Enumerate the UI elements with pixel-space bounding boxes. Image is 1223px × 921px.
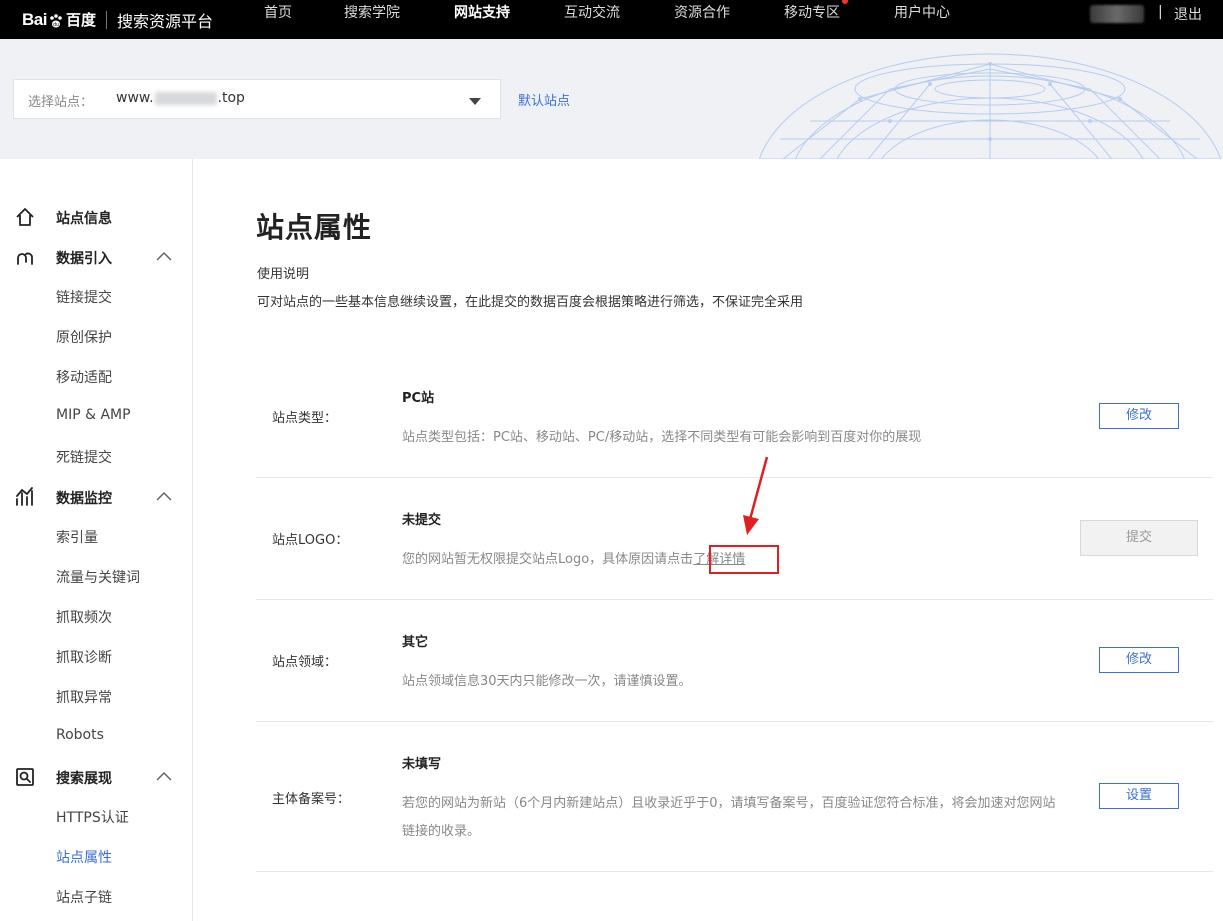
logout-link[interactable]: 退出 — [1174, 4, 1202, 24]
chevron-down-icon[interactable] — [469, 98, 481, 105]
platform-title: 搜索资源平台 — [116, 11, 213, 31]
sidebar-item-crawl-errors[interactable]: 抓取异常 — [0, 676, 192, 716]
nav-resource-coop[interactable]: 资源合作 — [674, 0, 730, 39]
sidebar-item-label-active: 站点属性 — [56, 850, 112, 866]
sidebar-item-crawl-frequency[interactable]: 抓取频次 — [0, 596, 192, 636]
home-icon — [16, 208, 34, 226]
sidebar-item-label: 死链提交 — [56, 450, 112, 466]
logo-divider — [105, 10, 107, 29]
property-label: 站点领域： — [272, 655, 338, 670]
sidebar-item-mip-amp[interactable]: MIP & AMP — [0, 396, 192, 436]
usage-description: 可对站点的一些基本信息继续设置，在此提交的数据百度会根据策略进行筛选，不保证完全… — [257, 295, 804, 310]
sidebar-item-original-protection[interactable]: 原创保护 — [0, 316, 192, 356]
property-value: 其它 — [402, 635, 429, 650]
sidebar-item-dead-link[interactable]: 死链提交 — [0, 436, 192, 476]
sidebar-item-robots[interactable]: Robots — [0, 716, 192, 756]
sidebar-item-index-volume[interactable]: 索引量 — [0, 516, 192, 556]
nav-user-center[interactable]: 用户中心 — [894, 0, 950, 39]
sidebar-group-data-monitor[interactable]: 数据监控 — [0, 477, 192, 517]
nav-interaction[interactable]: 互动交流 — [564, 0, 620, 39]
sidebar-group-label: 搜索展现 — [56, 771, 112, 787]
svg-text:du: du — [53, 22, 59, 28]
property-label: 主体备案号： — [272, 792, 351, 807]
sidebar-item-label: 流量与关键词 — [56, 570, 140, 586]
modify-site-type-button[interactable]: 修改 — [1099, 403, 1179, 429]
property-value: PC站 — [402, 391, 435, 406]
sidebar-group-label: 数据引入 — [56, 251, 112, 267]
sidebar-item-mobile-adapt[interactable]: 移动适配 — [0, 356, 192, 396]
logo-word: Bai — [22, 9, 47, 29]
property-label: 站点类型： — [272, 411, 338, 426]
sidebar-item-site-properties[interactable]: 站点属性 — [0, 836, 192, 876]
topbar-separator: | — [1158, 4, 1163, 20]
sidebar-item-label: MIP & AMP — [56, 407, 131, 423]
property-description: 站点领域信息30天内只能修改一次，请谨慎设置。 — [402, 674, 692, 689]
sidebar-item-label: 原创保护 — [56, 330, 112, 346]
sidebar-item-label: 移动适配 — [56, 370, 112, 386]
sidebar-item-site-info[interactable]: 站点信息 — [0, 197, 192, 237]
site-select-label: 选择站点： — [28, 95, 94, 110]
nav-mobile-zone[interactable]: 移动专区 — [784, 0, 840, 39]
sidebar-item-sitelinks[interactable]: 站点子链 — [0, 876, 192, 916]
property-description: 若您的网站为新站（6个月内新建站点）且收录近乎于0，请填写备案号，百度验证您符合… — [402, 796, 1056, 839]
sidebar-item-label: 链接提交 — [56, 290, 112, 306]
logo-desc-text: 您的网站暂无权限提交站点Logo，具体原因请点击 — [402, 552, 694, 567]
nav-academy[interactable]: 搜索学院 — [344, 0, 400, 39]
usage-title: 使用说明 — [257, 267, 310, 282]
user-avatar-blurred[interactable] — [1090, 5, 1144, 23]
sidebar: 站点信息 数据引入 链接提交 原创保护 移动适配 MIP & AMP 死链提交 … — [0, 159, 193, 921]
red-arrow-icon — [743, 456, 769, 535]
chevron-up-icon[interactable] — [156, 251, 172, 261]
chart-icon — [16, 487, 33, 506]
sidebar-group-search-display[interactable]: 搜索展现 — [0, 757, 192, 797]
property-row-site-domain: 站点领域： 其它 站点领域信息30天内只能修改一次，请谨慎设置。 修改 — [256, 600, 1213, 722]
chevron-up-icon[interactable] — [156, 771, 172, 781]
nav-home[interactable]: 首页 — [264, 0, 292, 39]
site-url-blurred — [154, 91, 217, 105]
set-icp-record-button[interactable]: 设置 — [1099, 783, 1179, 809]
baidu-logo[interactable]: Bai du 百度 搜索资源平台 — [22, 0, 213, 39]
data-import-icon — [17, 252, 33, 265]
sidebar-item-label: 索引量 — [56, 530, 98, 546]
site-url-prefix: www. — [116, 90, 154, 106]
chevron-up-icon[interactable] — [156, 491, 172, 501]
sidebar-item-label: Robots — [56, 727, 104, 743]
property-value: 未填写 — [402, 757, 442, 772]
sidebar-item-https[interactable]: HTTPS认证 — [0, 796, 192, 836]
page-title: 站点属性 — [256, 211, 373, 244]
paw-icon: du — [50, 13, 62, 28]
sidebar-item-label: HTTPS认证 — [56, 810, 129, 826]
sidebar-item-crawl-diagnosis[interactable]: 抓取诊断 — [0, 636, 192, 676]
property-row-icp-record: 主体备案号： 未填写 若您的网站为新站（6个月内新建站点）且收录近乎于0，请填写… — [256, 722, 1213, 872]
sidebar-item-label: 抓取诊断 — [56, 650, 112, 666]
default-site-link[interactable]: 默认站点 — [518, 90, 570, 109]
logo-chinese: 百度 — [65, 11, 96, 29]
property-label: 站点LOGO： — [272, 533, 349, 548]
property-description: 站点类型包括：PC站、移动站、PC/移动站，选择不同类型有可能会影响到百度对你的… — [402, 430, 922, 445]
property-value: 未提交 — [402, 513, 442, 528]
sidebar-item-traffic-keywords[interactable]: 流量与关键词 — [0, 556, 192, 596]
submit-logo-button[interactable]: 提交 — [1080, 520, 1198, 556]
sidebar-item-label: 站点信息 — [56, 211, 112, 227]
site-selector-band: 选择站点： www. .top 默认站点 — [0, 39, 1223, 159]
site-select-dropdown[interactable]: 选择站点： www. .top — [13, 79, 501, 119]
sidebar-item-label: 抓取频次 — [56, 610, 112, 626]
sidebar-item-label: 抓取异常 — [56, 690, 112, 706]
site-select-value: www. .top — [116, 90, 245, 106]
notification-dot — [842, 0, 848, 4]
highlight-annotation-box — [709, 545, 779, 574]
search-display-icon — [16, 768, 34, 786]
top-navigation-bar: Bai du 百度 搜索资源平台 首页 搜索学院 网站支持 互动交流 资源合作 … — [0, 0, 1223, 39]
sidebar-group-label: 数据监控 — [56, 491, 112, 507]
modify-site-domain-button[interactable]: 修改 — [1099, 647, 1179, 673]
site-url-suffix: .top — [217, 90, 245, 106]
sidebar-item-label: 站点子链 — [56, 890, 112, 906]
nav-site-support[interactable]: 网站支持 — [454, 0, 510, 39]
globe-decoration — [758, 53, 1222, 159]
sidebar-group-data-import[interactable]: 数据引入 — [0, 237, 192, 277]
sidebar-item-link-submit[interactable]: 链接提交 — [0, 276, 192, 316]
